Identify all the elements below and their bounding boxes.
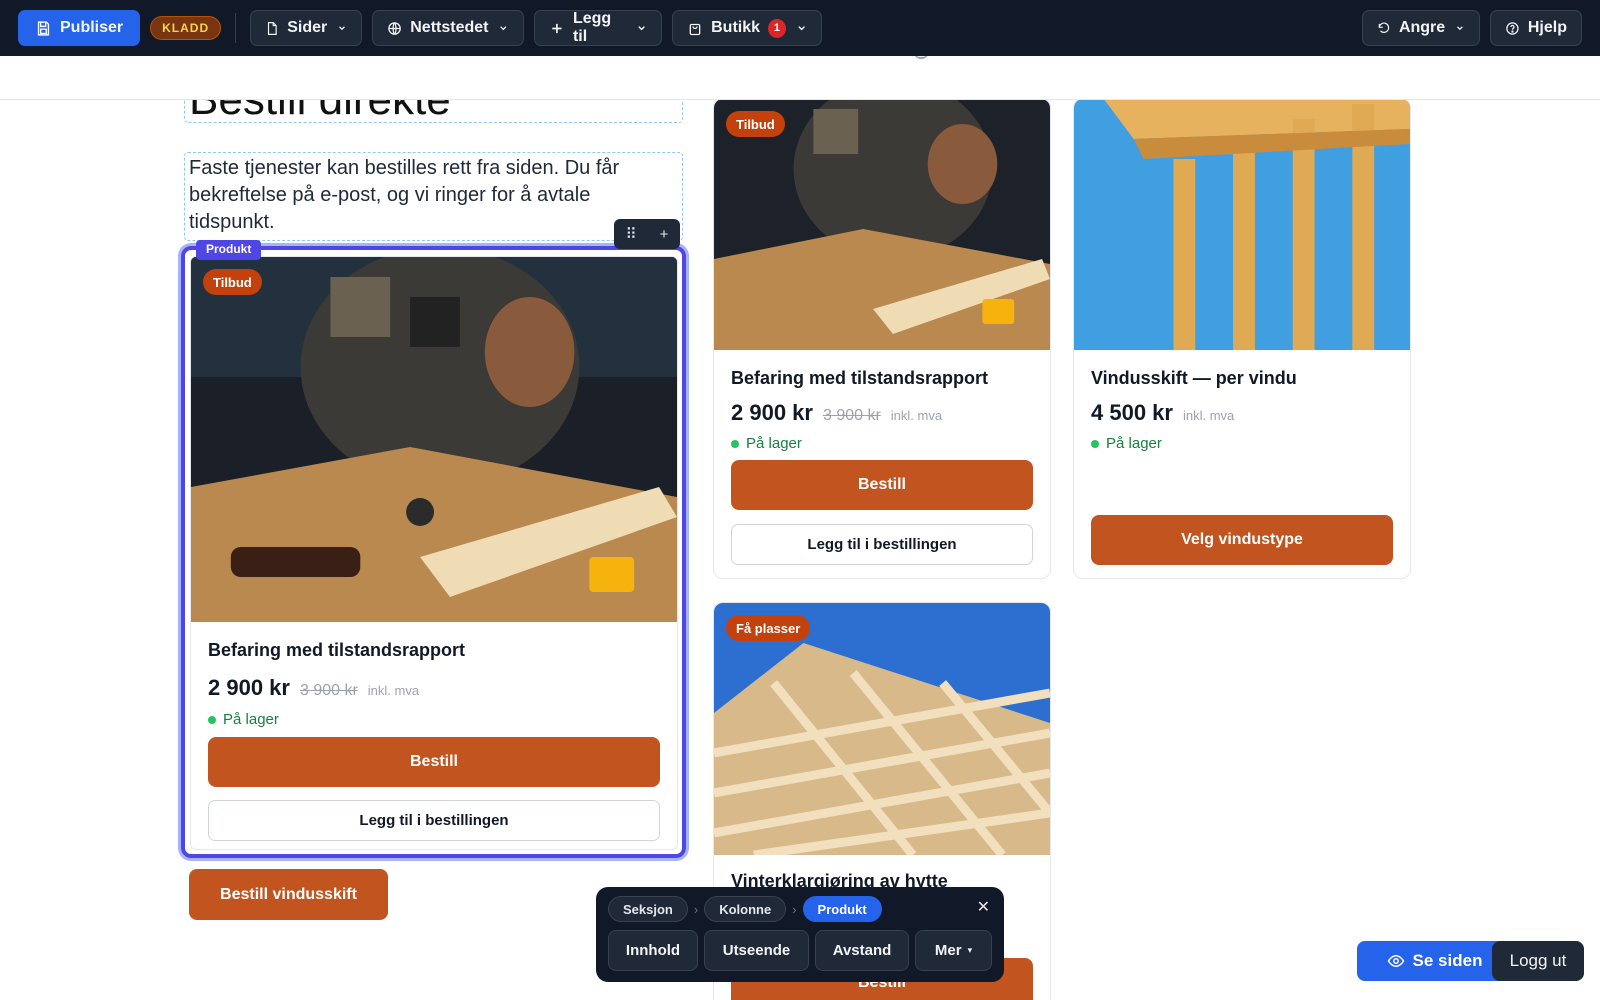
editor-toolbar: Publiser KLADD Sider Nettstedet Legg til… — [0, 0, 1600, 56]
publish-button[interactable]: Publiser — [18, 10, 141, 46]
breadcrumb-product[interactable]: Produkt — [802, 896, 882, 922]
product-card[interactable]: Vindusskift — per vindu 4 500 kr inkl. m… — [1073, 98, 1411, 579]
vat-note: inkl. mva — [1182, 408, 1235, 423]
tab-content[interactable]: Innhold — [608, 930, 698, 971]
product-price: 2 900 kr — [731, 400, 813, 425]
vat-note: inkl. mva — [890, 408, 943, 423]
undo-button[interactable]: Angre — [1362, 10, 1480, 46]
product-badge: Tilbud — [726, 111, 785, 137]
help-label: Hjelp — [1527, 19, 1567, 36]
add-menu-button[interactable]: Legg til — [534, 10, 663, 46]
more-menu-button[interactable]: Mer ▾ — [915, 930, 992, 971]
product-title: Vindusskift — per vindu — [1091, 368, 1297, 388]
choose-window-type-button[interactable]: Velg vindustype — [1091, 515, 1393, 565]
add-to-order-button[interactable]: Legg til i bestillingen — [731, 524, 1033, 565]
stock-status: På lager — [746, 435, 802, 452]
selected-block-tag: Produkt — [196, 240, 262, 260]
help-button[interactable]: Hjelp — [1490, 10, 1582, 46]
block-editor-panel: Seksjon › Kolonne › Produkt ✕ Innhold Ut… — [596, 887, 1004, 982]
toolbar-divider — [235, 13, 237, 43]
tab-spacing[interactable]: Avstand — [815, 930, 909, 971]
chevron-down-icon — [500, 26, 507, 31]
site-header: ⌣ — [0, 56, 1600, 100]
breadcrumb-separator-icon: › — [792, 901, 797, 917]
undo-label: Angre — [1398, 19, 1446, 36]
see-site-label: Se siden — [1412, 951, 1483, 970]
undo-icon — [1378, 22, 1390, 33]
product-image — [1074, 99, 1410, 350]
site-nav-ghost: ⌣ — [914, 56, 928, 68]
globe-icon — [388, 21, 401, 35]
more-label: Mer — [934, 942, 962, 959]
block-toolbar: ⠿ + — [614, 219, 680, 249]
tab-appearance[interactable]: Utseende — [704, 930, 809, 971]
shop-menu-button[interactable]: Butikk 1 — [672, 10, 823, 46]
logout-button[interactable]: Logg ut — [1492, 941, 1584, 981]
section-paragraph: Faste tjenester kan bestilles rett fra s… — [189, 157, 620, 233]
breadcrumb-separator-icon: › — [693, 901, 699, 917]
in-stock-dot-icon — [1091, 439, 1099, 448]
order-window-replacement-button[interactable]: Bestill vindusskift — [189, 869, 388, 920]
chevron-down-icon — [798, 26, 805, 31]
stock-status: På lager — [1106, 435, 1162, 452]
paragraph-block[interactable]: Faste tjenester kan bestilles rett fra s… — [184, 152, 683, 241]
drag-handle-icon[interactable]: ⠿ — [626, 225, 637, 243]
shopping-bag-icon — [689, 23, 701, 35]
product-badge: Få plasser — [726, 615, 811, 641]
product-old-price: 3 900 kr — [822, 407, 881, 424]
in-stock-dot-icon — [731, 439, 739, 448]
add-block-icon[interactable]: + — [660, 226, 669, 243]
page-icon — [268, 21, 277, 35]
eye-icon — [1387, 954, 1404, 968]
website-menu-button[interactable]: Nettstedet — [372, 10, 525, 46]
help-icon — [1506, 21, 1519, 35]
plus-icon — [552, 23, 562, 33]
breadcrumb-column[interactable]: Kolonne — [704, 896, 787, 922]
order-button[interactable]: Bestill — [731, 460, 1033, 510]
chevron-down-icon — [339, 26, 346, 31]
website-label: Nettstedet — [410, 19, 489, 36]
product-card[interactable]: Tilbud Befaring med tilstandsrapport 2 9… — [713, 98, 1051, 579]
pages-menu-button[interactable]: Sider — [250, 10, 363, 46]
shop-label: Butikk — [711, 19, 761, 36]
pages-label: Sider — [287, 19, 328, 36]
product-price: 4 500 kr — [1091, 400, 1173, 425]
publish-label: Publiser — [60, 19, 124, 36]
caret-down-icon: ▾ — [967, 945, 973, 955]
add-label: Legg til — [572, 10, 612, 45]
chevron-down-icon — [638, 26, 645, 31]
breadcrumb-section[interactable]: Seksjon — [608, 896, 688, 922]
selection-outline — [181, 246, 686, 858]
product-title: Befaring med tilstandsrapport — [731, 368, 989, 388]
breadcrumb: Seksjon › Kolonne › Produkt — [608, 896, 882, 922]
save-icon — [37, 20, 50, 36]
close-icon[interactable]: ✕ — [977, 897, 990, 917]
shop-count-badge: 1 — [768, 18, 786, 38]
draft-badge: KLADD — [150, 16, 222, 40]
see-site-button[interactable]: Se siden — [1357, 941, 1512, 981]
chevron-down-icon — [1457, 26, 1463, 31]
